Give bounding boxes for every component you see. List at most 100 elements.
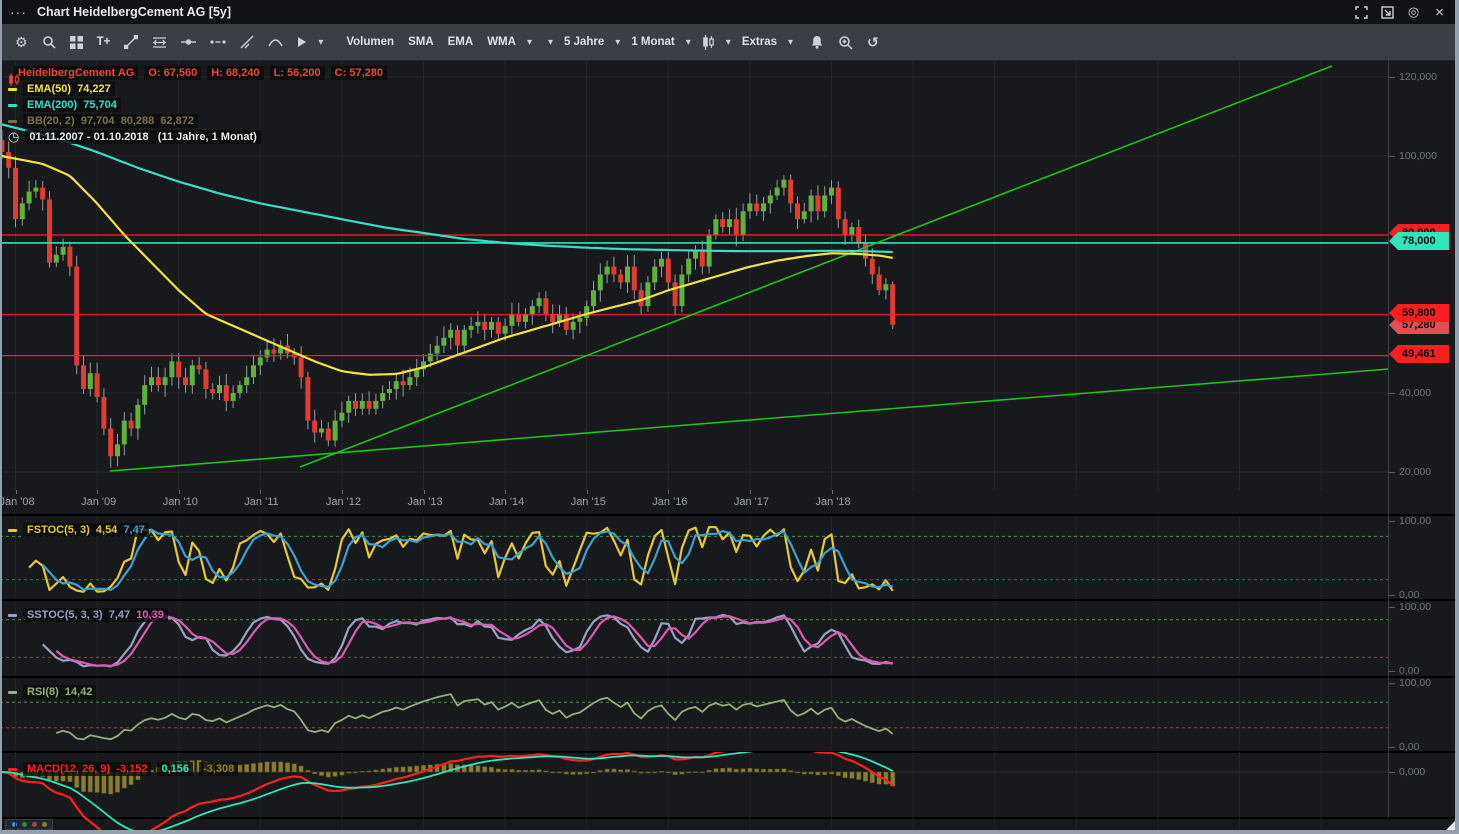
alert-bell-icon[interactable] — [803, 28, 831, 56]
resize-handle[interactable] — [1446, 821, 1455, 830]
x-axis-tick — [342, 490, 343, 494]
forecast-tool-icon[interactable] — [290, 28, 314, 56]
wma-button[interactable]: WMA — [480, 28, 523, 56]
y-axis-tick — [1389, 607, 1395, 608]
period-button[interactable]: 5 Jahre — [557, 28, 611, 56]
panel-dot[interactable] — [32, 822, 37, 827]
x-axis-tick — [587, 490, 588, 494]
y-axis-tick — [1389, 156, 1395, 157]
more-indicators-dropdown-icon[interactable]: ▾ — [544, 37, 557, 48]
fstoc-plot[interactable] — [0, 515, 1389, 600]
settings-gear-icon[interactable]: ⚙ — [8, 28, 35, 56]
bottom-strip — [0, 818, 1459, 830]
price-tag[interactable]: 78,000 — [1389, 232, 1449, 250]
volumen-button[interactable]: Volumen — [339, 28, 401, 56]
undo-icon[interactable]: ↺ — [860, 28, 886, 56]
rsi-value: 14,42 — [65, 686, 93, 698]
fstoc-k-value: 4,54 — [96, 524, 117, 536]
rsi-line — [56, 694, 892, 739]
window-title: Chart HeidelbergCement AG [5y] — [37, 5, 231, 19]
record-icon[interactable]: ◎ — [1406, 5, 1421, 20]
quote-high: H: 68,240 — [207, 66, 263, 80]
ema50-dash-icon — [8, 88, 17, 91]
ema50-line — [2, 156, 893, 375]
legend-ema200-row[interactable]: EMA(200) 75,704 — [8, 98, 387, 112]
legend-quote-row[interactable]: HeidelbergCement AG O: 67,560 H: 68,240 … — [8, 66, 387, 80]
price-tag[interactable]: 49,461 — [1389, 345, 1449, 363]
legend-range-row: ◷ 01.11.2007 - 01.10.2018 (11 Jahre, 1 M… — [8, 130, 387, 144]
eraser-tool-icon[interactable] — [233, 28, 261, 56]
popout-icon[interactable] — [1380, 5, 1395, 20]
legend-ema50-row[interactable]: EMA(50) 74,227 — [8, 82, 387, 96]
x-axis-label: Jan '16 — [652, 496, 687, 508]
quote-low: L: 56,200 — [270, 66, 325, 80]
window-edge-bottom[interactable] — [0, 830, 1459, 834]
bb-label: BB(20, 2) — [27, 115, 75, 127]
zoom-in-icon[interactable] — [831, 28, 860, 56]
ema200-value: 75,704 — [83, 99, 117, 111]
extras-button[interactable]: Extras — [735, 28, 784, 56]
bb-upper: 97,704 — [81, 115, 115, 127]
text-tool-icon[interactable]: T+ — [90, 28, 118, 56]
titlebar: ··· Chart HeidelbergCement AG [5y] ◎ × — [0, 0, 1459, 24]
macd-signal-value: 0,156 — [157, 762, 193, 776]
axis-separator — [1388, 61, 1389, 818]
rsi-legend[interactable]: RSI(8) 14,42 — [8, 685, 96, 701]
dotted-line-tool-icon[interactable] — [203, 28, 233, 56]
sstoc-d-value: 10,39 — [136, 609, 164, 621]
search-icon[interactable] — [35, 28, 63, 56]
macd-value: -3,152 — [116, 763, 147, 775]
close-icon[interactable]: × — [1432, 5, 1447, 20]
x-axis-tick — [505, 490, 506, 494]
sstoc-plot[interactable] — [0, 600, 1389, 677]
arc-tool-icon[interactable] — [261, 28, 290, 56]
panel-dot[interactable] — [42, 822, 47, 827]
fstoc-legend[interactable]: FSTOC(5, 3) 4,54 7,47 — [8, 523, 149, 539]
fullscreen-icon[interactable] — [1354, 5, 1369, 20]
interval-button[interactable]: 1 Monat — [624, 28, 681, 56]
macd-dash-icon — [8, 768, 17, 771]
clock-icon: ◷ — [8, 130, 19, 144]
y-axis-label: 40,000 — [1399, 387, 1431, 399]
y-axis-tick — [1389, 393, 1395, 394]
window-edge-left[interactable] — [0, 0, 2, 834]
horizontal-line-tool-icon[interactable] — [174, 28, 203, 56]
extras-dropdown-icon[interactable]: ▾ — [784, 37, 797, 48]
tools-dropdown-icon[interactable]: ▾ — [314, 37, 327, 48]
y-axis-tick — [1389, 521, 1395, 522]
window-menu-icon[interactable]: ··· — [10, 7, 27, 17]
trendline-tool-icon[interactable] — [117, 28, 145, 56]
legend-bb-row[interactable]: BB(20, 2) 97,704 80,288 62,872 — [8, 114, 387, 128]
sstoc-dash-icon — [8, 614, 17, 617]
window-edge-right[interactable] — [1455, 0, 1459, 834]
period-dropdown-icon[interactable]: ▾ — [611, 37, 624, 48]
chart-type-dropdown-icon[interactable]: ▾ — [722, 37, 735, 48]
quote-open: O: 67,560 — [144, 66, 201, 80]
interval-dropdown-icon[interactable]: ▾ — [682, 37, 695, 48]
fstoc-d-value: 7,47 — [123, 524, 144, 536]
panel-dot[interactable] — [22, 822, 27, 827]
sstoc-k-value: 7,47 — [109, 609, 130, 621]
y-axis-label: 100,000 — [1399, 150, 1437, 162]
ema-button[interactable]: EMA — [441, 28, 481, 56]
x-axis: Jan '08Jan '09Jan '10Jan '11Jan '12Jan '… — [0, 490, 1389, 515]
rsi-plot[interactable] — [0, 677, 1389, 752]
x-axis-tick — [832, 490, 833, 494]
y-axis-tick — [1389, 77, 1395, 78]
chart-type-candle-icon[interactable] — [695, 28, 722, 56]
range-duration: (11 Jahre, 1 Monat) — [158, 131, 257, 143]
price-tag[interactable]: 59,800 — [1389, 304, 1449, 322]
indicator-dropdown-icon[interactable]: ▾ — [523, 37, 536, 48]
sstoc-label: SSTOC(5, 3, 3) — [27, 609, 103, 621]
x-axis-tick — [668, 490, 669, 494]
macd-legend[interactable]: MACD(12, 26, 9) -3,152 0,156 -3,308 — [8, 762, 238, 778]
range-period: 01.11.2007 - 01.10.2018 — [29, 131, 148, 143]
y-axis-label: 120,000 — [1399, 71, 1437, 83]
sstoc-legend[interactable]: SSTOC(5, 3, 3) 7,47 10,39 — [8, 608, 168, 624]
instrument-name: HeidelbergCement AG — [14, 66, 138, 80]
fstoc-dash-icon — [8, 529, 17, 532]
panel-dot[interactable] — [12, 822, 17, 827]
sma-button[interactable]: SMA — [401, 28, 441, 56]
layout-grid-icon[interactable] — [63, 28, 90, 56]
fibonacci-tool-icon[interactable] — [145, 28, 174, 56]
